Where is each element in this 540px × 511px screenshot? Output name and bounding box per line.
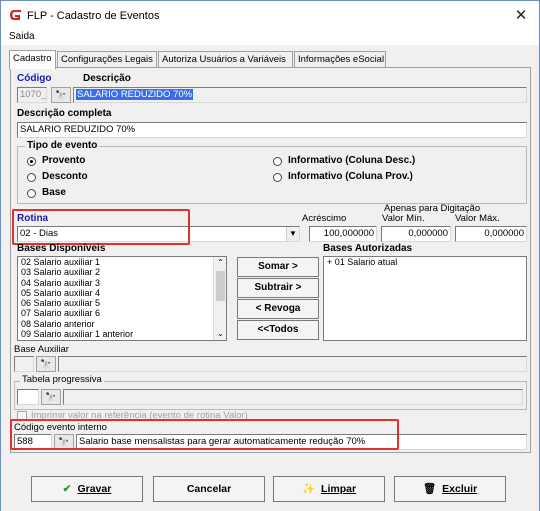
tipo-evento-group xyxy=(17,146,527,204)
check-icon: ✔ xyxy=(62,483,72,495)
radio-base[interactable] xyxy=(27,189,36,198)
tabela-progressiva-legend: Tabela progressiva xyxy=(20,374,104,385)
radio-provento-label: Provento xyxy=(42,155,86,166)
scroll-down-icon[interactable]: ⌄ xyxy=(214,328,226,340)
codigo-interno-highlight xyxy=(10,419,399,450)
valor-min-label: Valor Mín. xyxy=(382,213,425,224)
binoculars-icon[interactable]: 🔭 xyxy=(41,389,61,405)
limpar-label: Limpar xyxy=(321,483,357,495)
rotina-highlight xyxy=(12,209,190,245)
codigo-label: Código xyxy=(17,73,52,84)
valor-min-field[interactable]: 0,000000 xyxy=(381,226,451,242)
list-item[interactable]: 08 Salario anterior xyxy=(18,319,226,329)
action-bar: ✔ Gravar Cancelar ✨ Limpar 🗑 Excluir xyxy=(1,454,539,511)
gravar-label: Gravar xyxy=(77,483,112,495)
tab-cadastro-label: Cadastro xyxy=(13,53,52,64)
descricao-completa-field[interactable]: SALARIO REDUZIDO 70% xyxy=(17,122,527,138)
list-item[interactable]: 05 Salario auxiliar 4 xyxy=(18,288,226,298)
cancelar-button[interactable]: Cancelar xyxy=(153,476,265,502)
subtrair-button[interactable]: Subtrair > xyxy=(237,278,319,298)
list-item[interactable]: 09 Salario auxiliar 1 anterior xyxy=(18,329,226,339)
cancelar-label: Cancelar xyxy=(186,483,232,495)
menu-saida[interactable]: Saida xyxy=(9,31,35,42)
acrescimo-field[interactable]: 100,000000 xyxy=(309,226,377,242)
base-auxiliar-code[interactable] xyxy=(14,356,34,372)
base-auxiliar-label: Base Auxiliar xyxy=(14,344,69,355)
radio-provento[interactable] xyxy=(27,157,36,166)
list-item[interactable]: 06 Salario auxiliar 5 xyxy=(18,298,226,308)
menu-bar: Saida xyxy=(1,31,539,45)
trash-icon: 🗑 xyxy=(422,483,437,495)
cadastro-panel: Código Descrição 1070_ 🔭 SALARIO REDUZID… xyxy=(10,67,531,453)
excluir-label: Excluir xyxy=(442,483,478,495)
main-window: FLP - Cadastro de Eventos ✕ Saida Cadast… xyxy=(0,0,540,511)
descricao-field[interactable]: SALARIO REDUZIDO 70% xyxy=(73,87,527,103)
list-item[interactable]: 07 Salario auxiliar 6 xyxy=(18,308,226,318)
tab-autoriza-usuarios[interactable]: Autoriza Usuários a Variáveis xyxy=(158,51,293,68)
bases-autorizadas-list[interactable]: + 01 Salario atual xyxy=(323,256,527,341)
revoga-label: < Revoga xyxy=(255,303,301,314)
tab-cadastro[interactable]: Cadastro xyxy=(9,50,56,69)
bases-disponiveis-label: Bases Disponíveis xyxy=(17,243,106,254)
tab-informacoes-esocial[interactable]: Informações eSocial xyxy=(294,51,386,68)
radio-informativo-prov[interactable] xyxy=(273,173,282,182)
bases-scrollbar[interactable]: ⌃ ⌄ xyxy=(213,257,226,340)
bases-disponiveis-list[interactable]: 02 Salario auxiliar 1 03 Salario auxilia… xyxy=(17,256,227,341)
somar-button[interactable]: Somar > xyxy=(237,257,319,277)
title-bar: FLP - Cadastro de Eventos ✕ xyxy=(1,1,539,31)
todos-button[interactable]: <<Todos xyxy=(237,320,319,340)
valor-max-label: Valor Máx. xyxy=(455,213,500,224)
close-icon[interactable]: ✕ xyxy=(509,5,533,27)
list-item[interactable]: 02 Salario auxiliar 1 xyxy=(18,257,226,267)
list-item[interactable]: 03 Salario auxiliar 2 xyxy=(18,267,226,277)
tab-autoriza-usuarios-label: Autoriza Usuários a Variáveis xyxy=(162,54,286,65)
scroll-thumb[interactable] xyxy=(216,271,225,301)
revoga-button[interactable]: < Revoga xyxy=(237,299,319,319)
window-title: FLP - Cadastro de Eventos xyxy=(27,10,160,22)
excluir-button[interactable]: 🗑 Excluir xyxy=(394,476,506,502)
radio-informativo-desc-label: Informativo (Coluna Desc.) xyxy=(288,155,416,166)
descricao-value: SALARIO REDUZIDO 70% xyxy=(76,89,194,100)
codigo-field[interactable]: 1070_ xyxy=(17,87,47,103)
radio-desconto-label: Desconto xyxy=(42,171,88,182)
scroll-up-icon[interactable]: ⌃ xyxy=(214,257,226,269)
wand-icon: ✨ xyxy=(301,483,316,495)
chevron-down-icon[interactable]: ▼ xyxy=(286,227,299,241)
tipo-evento-legend: Tipo de evento xyxy=(25,140,100,151)
todos-label: <<Todos xyxy=(257,324,299,335)
descricao-completa-label: Descrição completa xyxy=(17,108,112,119)
tab-configuracoes-legais[interactable]: Configurações Legais xyxy=(57,51,157,68)
limpar-button[interactable]: ✨ Limpar xyxy=(273,476,385,502)
subtrair-label: Subtrair > xyxy=(254,282,302,293)
gravar-button[interactable]: ✔ Gravar xyxy=(31,476,143,502)
binoculars-icon[interactable]: 🔭 xyxy=(51,87,71,103)
list-item[interactable]: 04 Salario auxiliar 3 xyxy=(18,278,226,288)
radio-desconto[interactable] xyxy=(27,173,36,182)
radio-base-label: Base xyxy=(42,187,66,198)
list-item[interactable]: + 01 Salario atual xyxy=(324,257,526,267)
radio-informativo-prov-label: Informativo (Coluna Prov.) xyxy=(288,171,413,182)
acrescimo-label: Acréscimo xyxy=(302,213,347,224)
binoculars-icon[interactable]: 🔭 xyxy=(36,356,56,372)
app-logo-icon xyxy=(10,10,21,20)
tabela-progressiva-desc[interactable] xyxy=(63,389,523,405)
radio-informativo-desc[interactable] xyxy=(273,157,282,166)
somar-label: Somar > xyxy=(258,261,298,272)
tabela-progressiva-code[interactable] xyxy=(17,389,39,405)
tab-configuracoes-legais-label: Configurações Legais xyxy=(61,54,153,65)
valor-max-field[interactable]: 0,000000 xyxy=(455,226,527,242)
bases-autorizadas-label: Bases Autorizadas xyxy=(323,243,413,254)
descricao-label: Descrição xyxy=(83,73,131,84)
base-auxiliar-desc[interactable] xyxy=(58,356,527,372)
tab-informacoes-esocial-label: Informações eSocial xyxy=(298,54,385,65)
